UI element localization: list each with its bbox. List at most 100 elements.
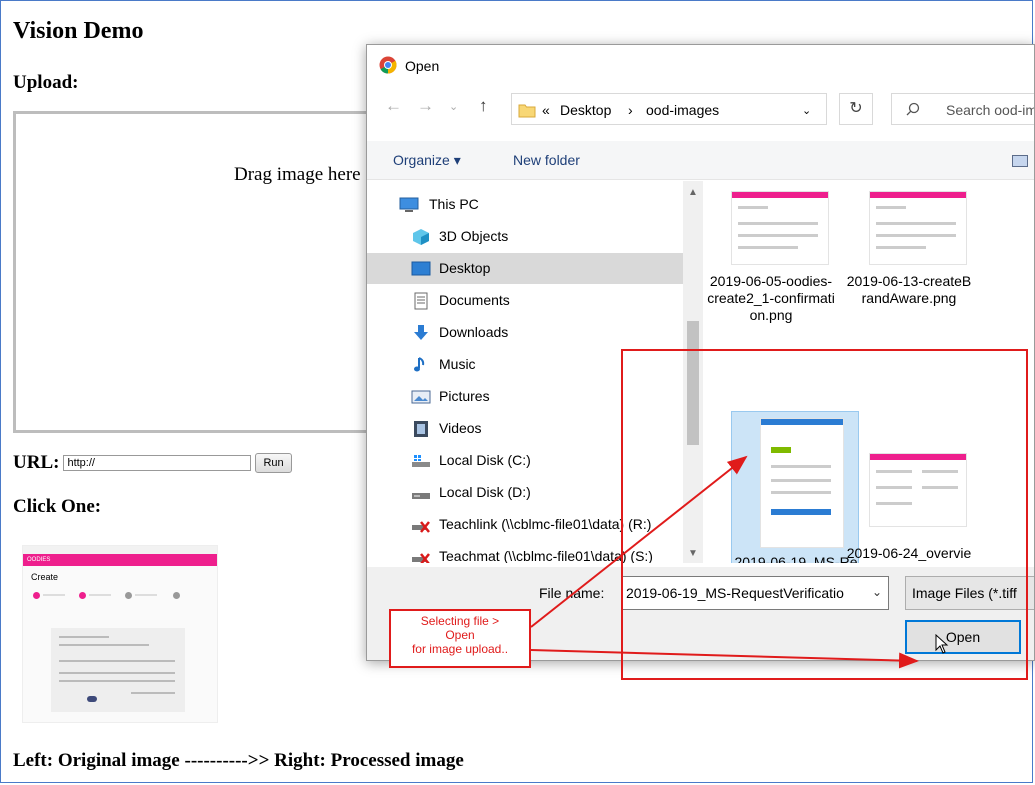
nav-item-label: This PC <box>429 196 479 212</box>
thumbnail-text-line <box>131 692 175 694</box>
3d-objects-icon <box>413 229 429 245</box>
page-title: Vision Demo <box>13 18 144 44</box>
dialog-titlebar[interactable]: Open <box>367 45 1034 85</box>
scroll-up-icon[interactable]: ▲ <box>688 187 698 198</box>
thumbnail-text-line <box>738 234 818 237</box>
organize-menu[interactable]: Organize ▾ <box>393 152 461 169</box>
callout-line: Selecting file > <box>420 614 500 628</box>
up-arrow-icon[interactable]: ↑ <box>479 96 488 116</box>
annotation-callout: Selecting file > Open for image upload.. <box>389 609 531 668</box>
upload-label: Upload: <box>13 72 79 93</box>
click-one-label: Click One: <box>13 496 102 517</box>
address-bar[interactable]: « Desktop › ood-images ⌄ <box>511 93 827 125</box>
breadcrumb-separator: › <box>628 102 633 118</box>
change-view-icon[interactable] <box>1012 155 1028 167</box>
forward-arrow-icon[interactable]: → <box>417 96 434 116</box>
search-box[interactable]: Search ood-images <box>891 93 1034 125</box>
new-folder-button[interactable]: New folder <box>513 152 580 168</box>
nav-item-this-pc[interactable]: This PC <box>367 189 683 220</box>
address-row: ← → ⌄ ↑ « Desktop › ood-images ⌄ ↻ Searc… <box>367 89 1034 129</box>
this-pc-icon <box>399 197 419 212</box>
nav-item-label: Pictures <box>439 388 490 404</box>
step-dot <box>79 592 86 599</box>
recent-locations-chevron-icon[interactable]: ⌄ <box>449 100 458 113</box>
run-button[interactable]: Run <box>255 453 292 473</box>
step-dot <box>173 592 180 599</box>
file-item[interactable]: 2019-06-13-createBrandAware.png <box>845 181 973 375</box>
nav-item-label: Teachlink (\\cblmc-file01\data) (R:) <box>439 516 652 532</box>
thumbnail-brand-bar: OODIES <box>23 554 217 566</box>
step-dot <box>33 592 40 599</box>
chrome-icon <box>379 56 397 74</box>
step-line <box>43 594 65 596</box>
back-arrow-icon[interactable]: ← <box>385 96 402 116</box>
thumbnail-text-line <box>59 680 175 682</box>
result-caption: Left: Original image ---------->> Right:… <box>13 750 464 771</box>
thumbnail-text-line <box>738 206 768 209</box>
nav-item-label: Downloads <box>439 324 509 340</box>
thumbnail-text-line <box>876 234 956 237</box>
dropzone-text: Drag image here <box>234 164 361 185</box>
step-line <box>89 594 111 596</box>
breadcrumb-ood-images[interactable]: ood-images <box>646 102 719 118</box>
file-thumbnail <box>869 191 967 265</box>
thumbnail-text-line <box>876 206 906 209</box>
windows-drive-icon <box>412 455 430 467</box>
breadcrumb-overflow[interactable]: « <box>542 102 550 118</box>
nav-item-label: Videos <box>439 420 482 436</box>
thumbnail-text-line <box>59 636 109 638</box>
sample-image-thumbnail[interactable]: OODIES Create <box>22 545 218 723</box>
network-drive-disconnected-icon <box>412 553 430 563</box>
folder-icon <box>518 104 536 118</box>
nav-item-desktop[interactable]: Desktop <box>367 253 683 284</box>
url-row: URL: Run <box>13 452 292 474</box>
dialog-title: Open <box>405 58 440 74</box>
nav-item-label: Documents <box>439 292 510 308</box>
dialog-toolbar: Organize ▾ New folder <box>367 141 1034 180</box>
thumbnail-text-line <box>59 672 175 674</box>
file-item[interactable]: 2019-06-05-oodies-create2_1-confirmation… <box>707 181 835 375</box>
nav-item-label: 3D Objects <box>439 228 509 244</box>
nav-item-label: Music <box>439 356 476 372</box>
thumbnail-text-line <box>59 644 149 646</box>
address-dropdown-chevron-icon[interactable]: ⌄ <box>802 104 811 117</box>
downloads-icon <box>414 325 428 340</box>
file-name: 2019-06-05-oodies-create2_1-confirmation… <box>707 273 835 323</box>
thumbnail-steps <box>23 582 217 612</box>
thumbnail-text-line <box>738 246 798 249</box>
nav-item-label: Desktop <box>439 260 491 276</box>
thumbnail-pill <box>87 696 97 702</box>
music-icon <box>414 357 425 372</box>
drive-icon <box>412 493 430 499</box>
nav-item-downloads[interactable]: Downloads <box>367 317 683 348</box>
nav-item-3d-objects[interactable]: 3D Objects <box>367 221 683 252</box>
url-label: URL: <box>13 452 60 473</box>
nav-item-documents[interactable]: Documents <box>367 285 683 316</box>
step-line <box>135 594 157 596</box>
file-thumbnail <box>731 191 829 265</box>
nav-item-label: Local Disk (C:) <box>439 452 531 468</box>
callout-line: Open <box>445 628 475 642</box>
thumbnail-browser-bar <box>23 546 217 554</box>
thumbnail-brand-bar <box>732 192 828 198</box>
desktop-icon <box>411 261 431 276</box>
thumbnail-text-line <box>876 246 926 249</box>
thumbnail-brand-bar <box>870 192 966 198</box>
network-drive-disconnected-icon <box>412 521 430 533</box>
file-name: 2019-06-13-createBrandAware.png <box>846 273 972 306</box>
nav-item-label: Local Disk (D:) <box>439 484 531 500</box>
refresh-icon: ↻ <box>849 100 863 117</box>
thumbnail-text-line <box>876 222 956 225</box>
thumbnail-panel <box>51 628 185 712</box>
documents-icon <box>414 292 428 310</box>
videos-icon <box>414 421 428 437</box>
breadcrumb-desktop[interactable]: Desktop <box>560 102 611 118</box>
thumbnail-text-line <box>59 660 175 662</box>
url-input[interactable] <box>63 455 252 471</box>
search-icon <box>906 102 920 116</box>
search-placeholder: Search ood-images <box>946 102 1034 118</box>
refresh-button[interactable]: ↻ <box>839 93 873 125</box>
thumbnail-heading: Create <box>31 572 59 582</box>
step-dot <box>125 592 132 599</box>
file-name-label: File name: <box>539 585 605 601</box>
